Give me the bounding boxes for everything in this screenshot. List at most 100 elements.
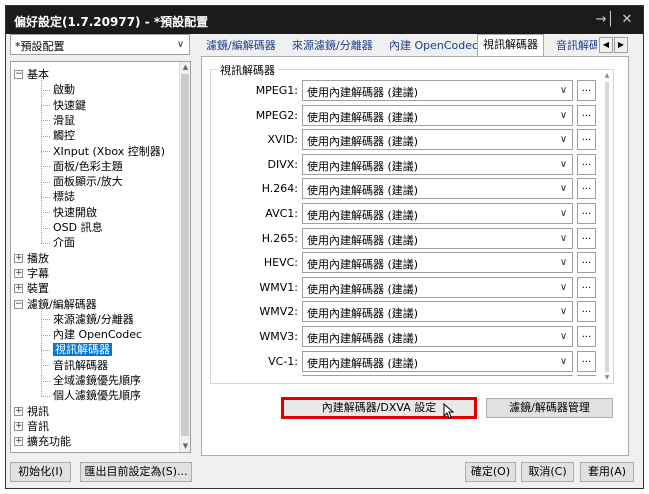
- chevron-down-icon: ∨: [176, 39, 185, 50]
- tree-item[interactable]: 擴充功能: [27, 434, 71, 449]
- scroll-down-icon[interactable]: ▼: [180, 441, 190, 452]
- tab-scroll-left-icon[interactable]: ◀: [599, 37, 613, 53]
- collapse-icon[interactable]: −: [14, 70, 23, 79]
- decoder-select[interactable]: 使用內建解碼器 (建議) ∨: [302, 350, 573, 372]
- tree-item[interactable]: 個人濾鏡優先順序: [41, 388, 141, 403]
- preset-select[interactable]: *預設配置 ∨: [10, 34, 190, 55]
- decoder-select[interactable]: 使用內建解碼器 (建議) ∨: [302, 104, 573, 126]
- tree-item[interactable]: 面板/色彩主題: [41, 159, 123, 174]
- tree-item[interactable]: 裝置: [27, 281, 49, 296]
- scroll-up-icon[interactable]: ▲: [180, 62, 190, 73]
- tree-item[interactable]: 內建 OpenCodec: [41, 327, 142, 342]
- tree-item[interactable]: 快速鍵: [41, 98, 86, 113]
- expand-icon[interactable]: +: [14, 253, 23, 263]
- codec-label: XVID:: [267, 133, 298, 147]
- ok-button[interactable]: 確定(O): [465, 462, 516, 482]
- tree-item[interactable]: 播放: [27, 251, 49, 266]
- decoder-select[interactable]: 使用內建解碼器 (建議) ∨: [302, 153, 573, 175]
- tree-item[interactable]: 面板顯示/放大: [41, 174, 123, 189]
- decoder-select[interactable]: 使用內建解碼器 (建議) ∨: [302, 203, 573, 224]
- filter-manager-button[interactable]: 濾鏡/解碼器管理: [486, 398, 613, 418]
- decoder-select[interactable]: 使用內建解碼器 (建議) ∨: [302, 178, 573, 200]
- tab[interactable]: 濾鏡/編解碼器: [201, 37, 281, 56]
- tree-item[interactable]: 音訊: [27, 419, 49, 434]
- chevron-down-icon: ∨: [559, 331, 568, 342]
- tab[interactable]: 音訊解碼器: [551, 37, 597, 56]
- tree-scrollbar[interactable]: ▲ ▼: [179, 62, 190, 452]
- decoder-more-button[interactable]: ...: [577, 227, 596, 249]
- export-settings-button[interactable]: 匯出目前設定為(S)...: [80, 462, 192, 482]
- decoder-scrollbar[interactable]: ▲ ▼: [602, 72, 612, 381]
- decoder-more-button[interactable]: ...: [577, 153, 596, 175]
- decoder-select[interactable]: 使用內建解碼器 (建議) ∨: [302, 80, 573, 101]
- expand-icon[interactable]: +: [14, 268, 23, 278]
- tab[interactable]: 來源濾鏡/分離器: [287, 37, 378, 56]
- tree-item[interactable]: 音訊解碼器: [41, 358, 108, 373]
- decoder-more-button[interactable]: ...: [577, 203, 596, 224]
- decoder-more-button[interactable]: ...: [577, 301, 596, 323]
- expand-icon[interactable]: +: [14, 284, 23, 294]
- tree-item[interactable]: OSD 訊息: [41, 220, 103, 235]
- tree-item-label: 介面: [53, 236, 75, 250]
- decoder-select[interactable]: 使用內建解碼器 (建議) ∨: [302, 252, 573, 274]
- tree-item[interactable]: 標誌: [41, 189, 75, 204]
- expand-icon[interactable]: +: [14, 437, 23, 447]
- tree-item-label: OSD 訊息: [53, 221, 103, 234]
- pin-icon[interactable]: →│: [595, 10, 615, 30]
- tree-item-label: 面板顯示/放大: [53, 175, 123, 189]
- tree-item[interactable]: 啟動: [41, 82, 75, 97]
- decoder-select[interactable]: 使用內建解碼器 (建議) ∨: [302, 326, 573, 347]
- tree-item[interactable]: 視訊解碼器: [41, 342, 112, 357]
- decoder-row: MPEG2: 使用內建解碼器 (建議) ∨...: [211, 104, 601, 127]
- decoder-more-button[interactable]: ...: [577, 326, 596, 347]
- cancel-button[interactable]: 取消(C): [521, 462, 574, 482]
- decoder-select[interactable]: 使用內建解碼器 (建議) ∨: [302, 129, 573, 151]
- decoder-more-button[interactable]: ...: [577, 178, 596, 200]
- chevron-down-icon: ∨: [559, 257, 568, 269]
- tree-item[interactable]: 介面: [41, 235, 75, 250]
- tree-connector: [41, 227, 50, 229]
- tree-item[interactable]: 全域濾鏡優先順序: [41, 373, 141, 388]
- tree-item-label: 快速鍵: [53, 98, 86, 112]
- collapse-icon[interactable]: −: [14, 299, 23, 309]
- tree-item[interactable]: 觸控: [41, 128, 75, 143]
- scroll-up-icon[interactable]: ▲: [602, 72, 612, 79]
- tree-item[interactable]: 濾鏡/編解碼器: [27, 297, 97, 312]
- tree-item[interactable]: 視訊: [27, 404, 49, 419]
- decoder-select[interactable]: 使用內建解碼器 (建議) ∨: [302, 301, 573, 323]
- tree-item-label: 面板/色彩主題: [53, 159, 123, 173]
- close-icon[interactable]: ✕: [617, 10, 637, 30]
- decoder-more-button[interactable]: ...: [577, 375, 596, 376]
- apply-button[interactable]: 套用(A): [580, 462, 634, 482]
- tab-scroll-right-icon[interactable]: ▶: [614, 37, 628, 53]
- tree-item[interactable]: 來源濾鏡/分離器: [41, 312, 134, 327]
- decoder-select[interactable]: 使用內建解碼器 (建議) ∨: [302, 276, 573, 298]
- decoder-select[interactable]: 使用內建解碼器 (建議) ∨: [302, 227, 573, 249]
- decoder-more-button[interactable]: ...: [577, 104, 596, 126]
- decoder-value: 使用內建解碼器 (建議): [307, 86, 419, 99]
- decoder-more-button[interactable]: ...: [577, 252, 596, 274]
- expand-icon[interactable]: +: [14, 421, 23, 431]
- tab[interactable]: 內建 OpenCodec: [384, 37, 483, 56]
- decoder-value: 使用內建解碼器 (建議): [307, 233, 419, 247]
- decoder-more-button[interactable]: ...: [577, 80, 596, 101]
- tree-item[interactable]: 快速開啟: [41, 205, 97, 220]
- tree-item[interactable]: XInput (Xbox 控制器): [41, 144, 165, 159]
- tree-item[interactable]: 基本: [27, 67, 49, 82]
- video-decoder-panel: 視訊解碼器 MPEG1: 使用內建解碼器 (建議) ∨... MPEG2: 使用內建解碼…: [201, 56, 629, 456]
- expand-icon[interactable]: +: [14, 406, 23, 416]
- tab[interactable]: 視訊解碼器: [477, 34, 544, 57]
- tree-scroll-thumb[interactable]: [181, 74, 189, 436]
- chevron-down-icon: ∨: [559, 208, 568, 219]
- tree-item[interactable]: 字幕: [27, 266, 49, 281]
- decoder-more-button[interactable]: ...: [577, 129, 596, 151]
- decoder-scroll-thumb[interactable]: [605, 82, 609, 372]
- scroll-down-icon[interactable]: ▼: [602, 374, 612, 381]
- codec-label: DIVX:: [267, 157, 298, 171]
- decoder-more-button[interactable]: ...: [577, 350, 596, 372]
- reset-button[interactable]: 初始化(I): [10, 462, 71, 482]
- tree-item[interactable]: 滑鼠: [41, 113, 75, 128]
- decoder-value: 使用內建解碼器 (建議): [307, 307, 419, 321]
- decoder-select[interactable]: ∨: [302, 375, 573, 376]
- decoder-more-button[interactable]: ...: [577, 276, 596, 298]
